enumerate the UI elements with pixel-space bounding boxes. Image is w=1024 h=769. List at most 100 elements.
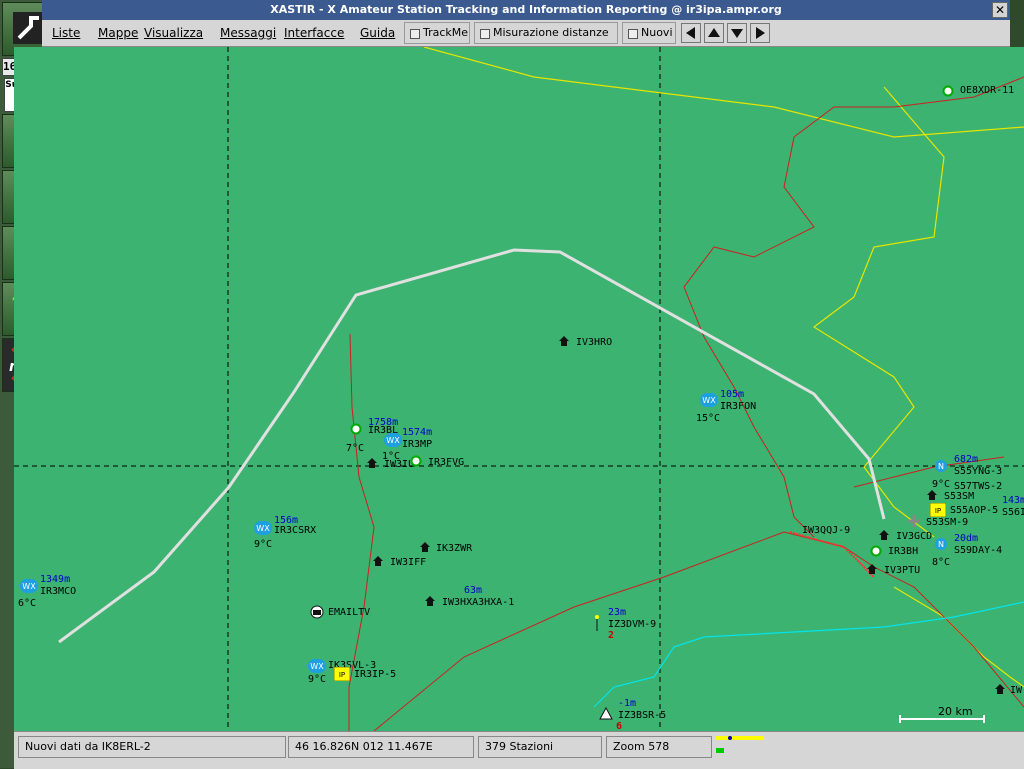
menu-interfacce[interactable]: Interfacce: [284, 26, 344, 40]
station-number: 2: [608, 630, 615, 641]
track-line: [58, 248, 886, 644]
house-icon[interactable]: [878, 529, 890, 541]
river: [593, 601, 1024, 708]
station-label[interactable]: EMAILTV: [328, 607, 370, 618]
station-label[interactable]: IW3HXA3HXA-1: [442, 597, 514, 608]
house-icon[interactable]: [366, 457, 378, 469]
wx-icon[interactable]: WX: [254, 521, 272, 535]
station-icon[interactable]: [942, 85, 954, 97]
menu-messaggi[interactable]: Messaggi: [220, 26, 276, 40]
station-altitude: 682m: [954, 454, 979, 465]
station-icon[interactable]: [350, 423, 362, 435]
station-label[interactable]: S55AOP-5: [950, 505, 998, 516]
indicator-led: [716, 748, 724, 753]
menu-guida[interactable]: Guida: [360, 26, 395, 40]
station-label[interactable]: IW: [1010, 685, 1022, 696]
station-label[interactable]: OE8XDR-11: [960, 85, 1014, 96]
igate-icon[interactable]: IP: [334, 667, 350, 681]
pan-left-button[interactable]: [681, 23, 701, 43]
station-label[interactable]: IR3BH: [888, 546, 918, 557]
station-label[interactable]: IR3MCO: [40, 586, 76, 597]
window-title: XASTIR - X Amateur Station Tracking and …: [270, 3, 782, 16]
svg-text:WX: WX: [22, 582, 36, 591]
arrow-left-icon: [686, 27, 695, 39]
menu-liste[interactable]: Liste: [52, 26, 80, 40]
map-canvas[interactable]: 20 km OE8XDR-11 IV3HRO WX 105m IR3FON 15…: [14, 47, 1024, 731]
border-red: [373, 531, 1024, 731]
measure-toggle[interactable]: Misurazione distanze: [474, 22, 618, 44]
pan-up-button[interactable]: [704, 23, 724, 43]
station-label[interactable]: IV3PTU: [884, 565, 920, 576]
pan-down-button[interactable]: [727, 23, 747, 43]
map-layers: [14, 47, 1024, 731]
wx-icon[interactable]: WX: [20, 579, 38, 593]
house-icon[interactable]: [866, 563, 878, 575]
measure-label: Misurazione distanze: [493, 26, 609, 39]
mobile-icon[interactable]: [592, 613, 602, 633]
station-label[interactable]: IW3IFF: [390, 557, 426, 568]
house-icon[interactable]: [372, 555, 384, 567]
station-label[interactable]: IR3FON: [720, 401, 756, 412]
email-icon[interactable]: [310, 605, 324, 619]
station-temp: 9°C: [254, 539, 273, 550]
menu-mappe[interactable]: Mappe: [98, 26, 138, 40]
house-icon[interactable]: [926, 489, 938, 501]
station-label[interactable]: IR3FVG: [428, 457, 464, 468]
new-checkbox[interactable]: [628, 29, 638, 39]
pan-right-button[interactable]: [750, 23, 770, 43]
station-label[interactable]: IK3ZWR: [436, 543, 472, 554]
svg-text:WX: WX: [702, 396, 716, 405]
status-coords: 46 16.826N 012 11.467E: [288, 736, 474, 758]
station-altitude: 143m: [1002, 495, 1024, 506]
node-icon[interactable]: N: [934, 537, 948, 551]
close-button[interactable]: ✕: [992, 2, 1008, 18]
station-label[interactable]: IZ3BSR-5: [618, 710, 666, 721]
station-label[interactable]: S59DAY-4: [954, 545, 1002, 556]
new-toggle[interactable]: Nuovi: [622, 22, 676, 44]
track-red: [789, 531, 875, 578]
house-icon[interactable]: [418, 541, 432, 553]
svg-text:IP: IP: [339, 671, 345, 679]
station-label[interactable]: IR3CSRX: [274, 525, 316, 536]
arrow-right-icon: [756, 27, 765, 39]
node-icon[interactable]: N: [934, 459, 948, 473]
wx-icon[interactable]: WX: [308, 659, 326, 673]
station-label[interactable]: IV3GCD: [896, 531, 932, 542]
measure-checkbox[interactable]: [480, 29, 490, 39]
station-altitude: 1574m: [402, 427, 433, 438]
station-label[interactable]: S56I: [1002, 507, 1024, 518]
window-titlebar: XASTIR - X Amateur Station Tracking and …: [42, 0, 1010, 20]
station-label[interactable]: S53SM: [944, 491, 974, 502]
wx-icon[interactable]: WX: [384, 433, 402, 447]
station-icon[interactable]: [870, 545, 882, 557]
svg-text:WX: WX: [310, 662, 324, 671]
new-label: Nuovi: [641, 26, 673, 39]
trackme-label: TrackMe: [423, 26, 469, 39]
station-number: 6: [616, 721, 623, 731]
house-icon[interactable]: [994, 683, 1006, 695]
house-icon[interactable]: [424, 595, 436, 607]
status-message: Nuovi dati da IK8ERL-2: [18, 736, 286, 758]
igate-icon[interactable]: IP: [930, 503, 946, 517]
boat-icon[interactable]: [598, 707, 614, 721]
wx-icon[interactable]: WX: [700, 393, 718, 407]
station-icon[interactable]: [410, 455, 422, 467]
arrow-up-icon: [708, 28, 720, 37]
station-temp: 9°C: [308, 674, 327, 685]
station-label[interactable]: S53SM-9: [926, 517, 968, 528]
station-label[interactable]: IZ3DVM-9: [608, 619, 656, 630]
svg-text:N: N: [938, 540, 944, 549]
station-label[interactable]: S55YNG-3: [954, 466, 1002, 477]
station-altitude: 1349m: [40, 574, 71, 585]
menu-visualizza[interactable]: Visualizza: [144, 26, 203, 40]
plus-icon[interactable]: [908, 515, 920, 527]
house-icon[interactable]: [558, 335, 570, 347]
arrow-down-icon: [731, 29, 743, 38]
station-label[interactable]: IV3HRO: [576, 337, 612, 348]
station-label[interactable]: IR3IP-5: [354, 669, 396, 680]
trackme-toggle[interactable]: TrackMe: [404, 22, 470, 44]
station-label[interactable]: IW3QQJ-9: [802, 525, 850, 536]
station-label[interactable]: IR3MP: [402, 439, 432, 450]
trackme-checkbox[interactable]: [410, 29, 420, 39]
border-yellow: [423, 47, 1024, 138]
